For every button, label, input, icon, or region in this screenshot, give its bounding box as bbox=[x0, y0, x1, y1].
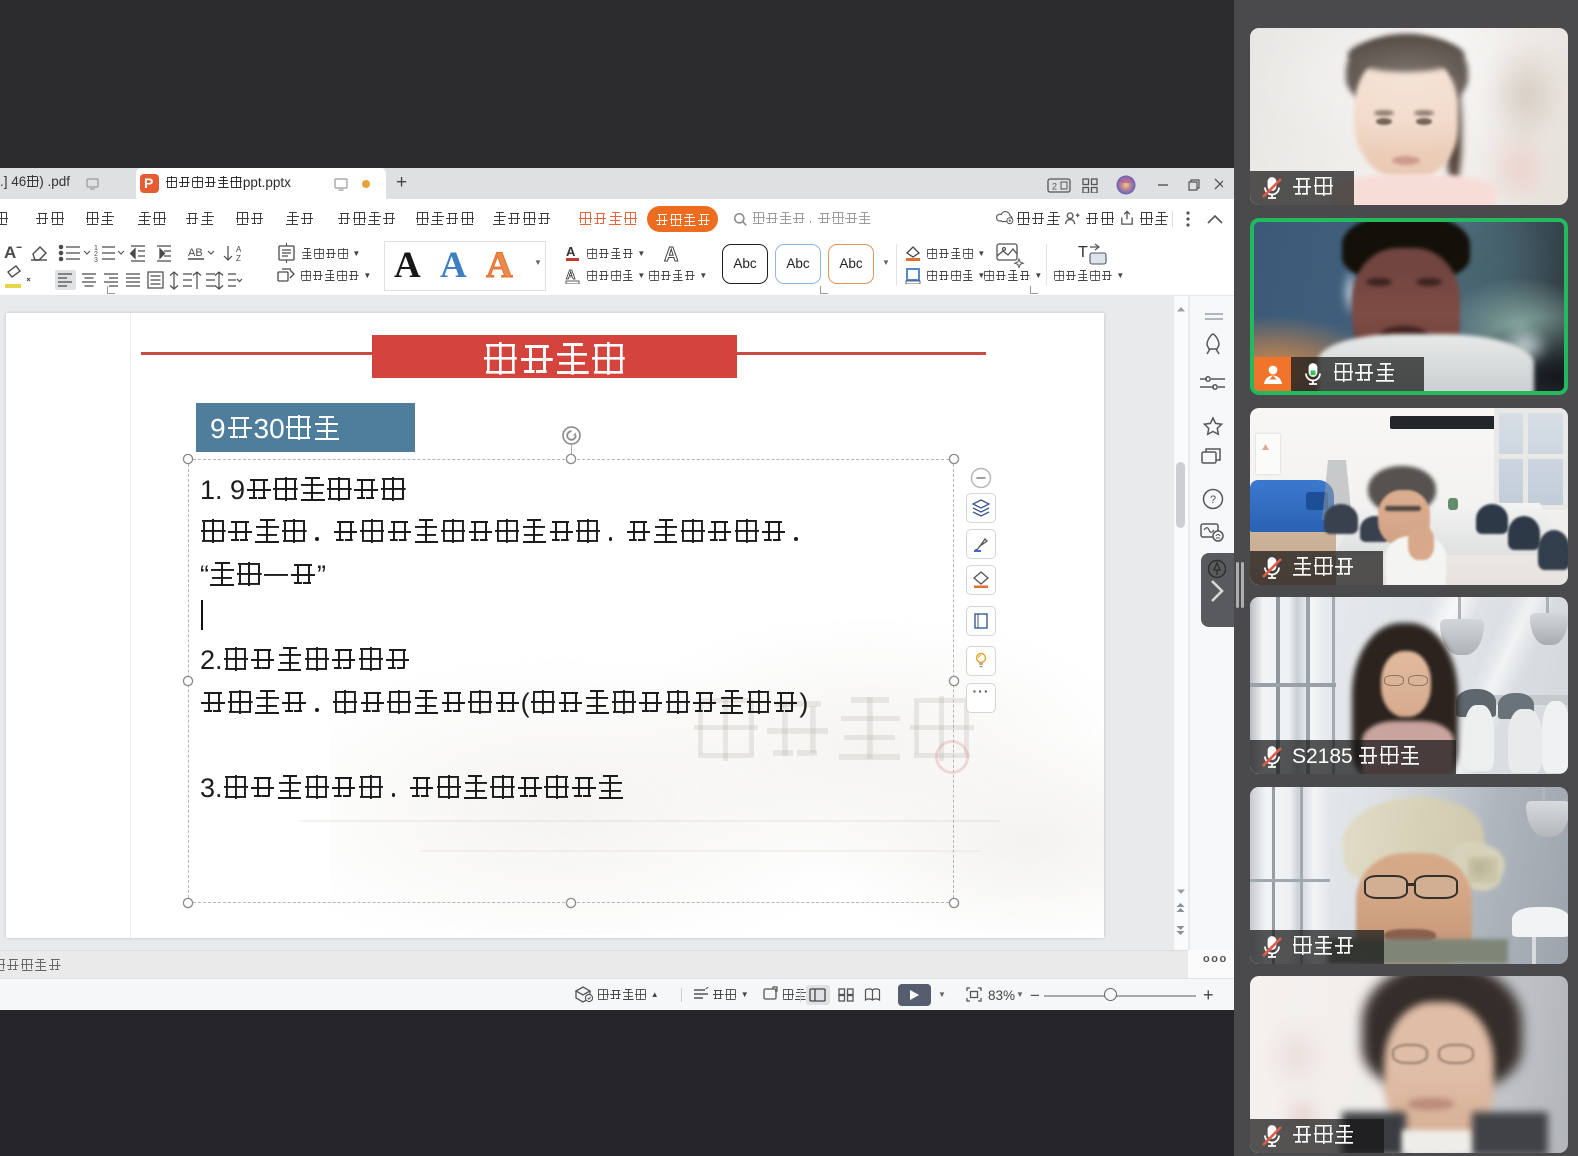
svg-text:Z: Z bbox=[236, 254, 241, 263]
svg-text:Aˉ: Aˉ bbox=[4, 243, 22, 262]
svg-text:2: 2 bbox=[1052, 182, 1057, 192]
svg-text:?: ? bbox=[1210, 494, 1216, 506]
svg-text:A: A bbox=[664, 244, 678, 266]
svg-text:T: T bbox=[1078, 244, 1088, 261]
svg-text:A: A bbox=[566, 244, 576, 259]
svg-text:A: A bbox=[236, 245, 242, 254]
svg-text:A: A bbox=[566, 267, 576, 282]
svg-text:AB: AB bbox=[188, 247, 203, 259]
svg-text:3: 3 bbox=[94, 257, 98, 264]
